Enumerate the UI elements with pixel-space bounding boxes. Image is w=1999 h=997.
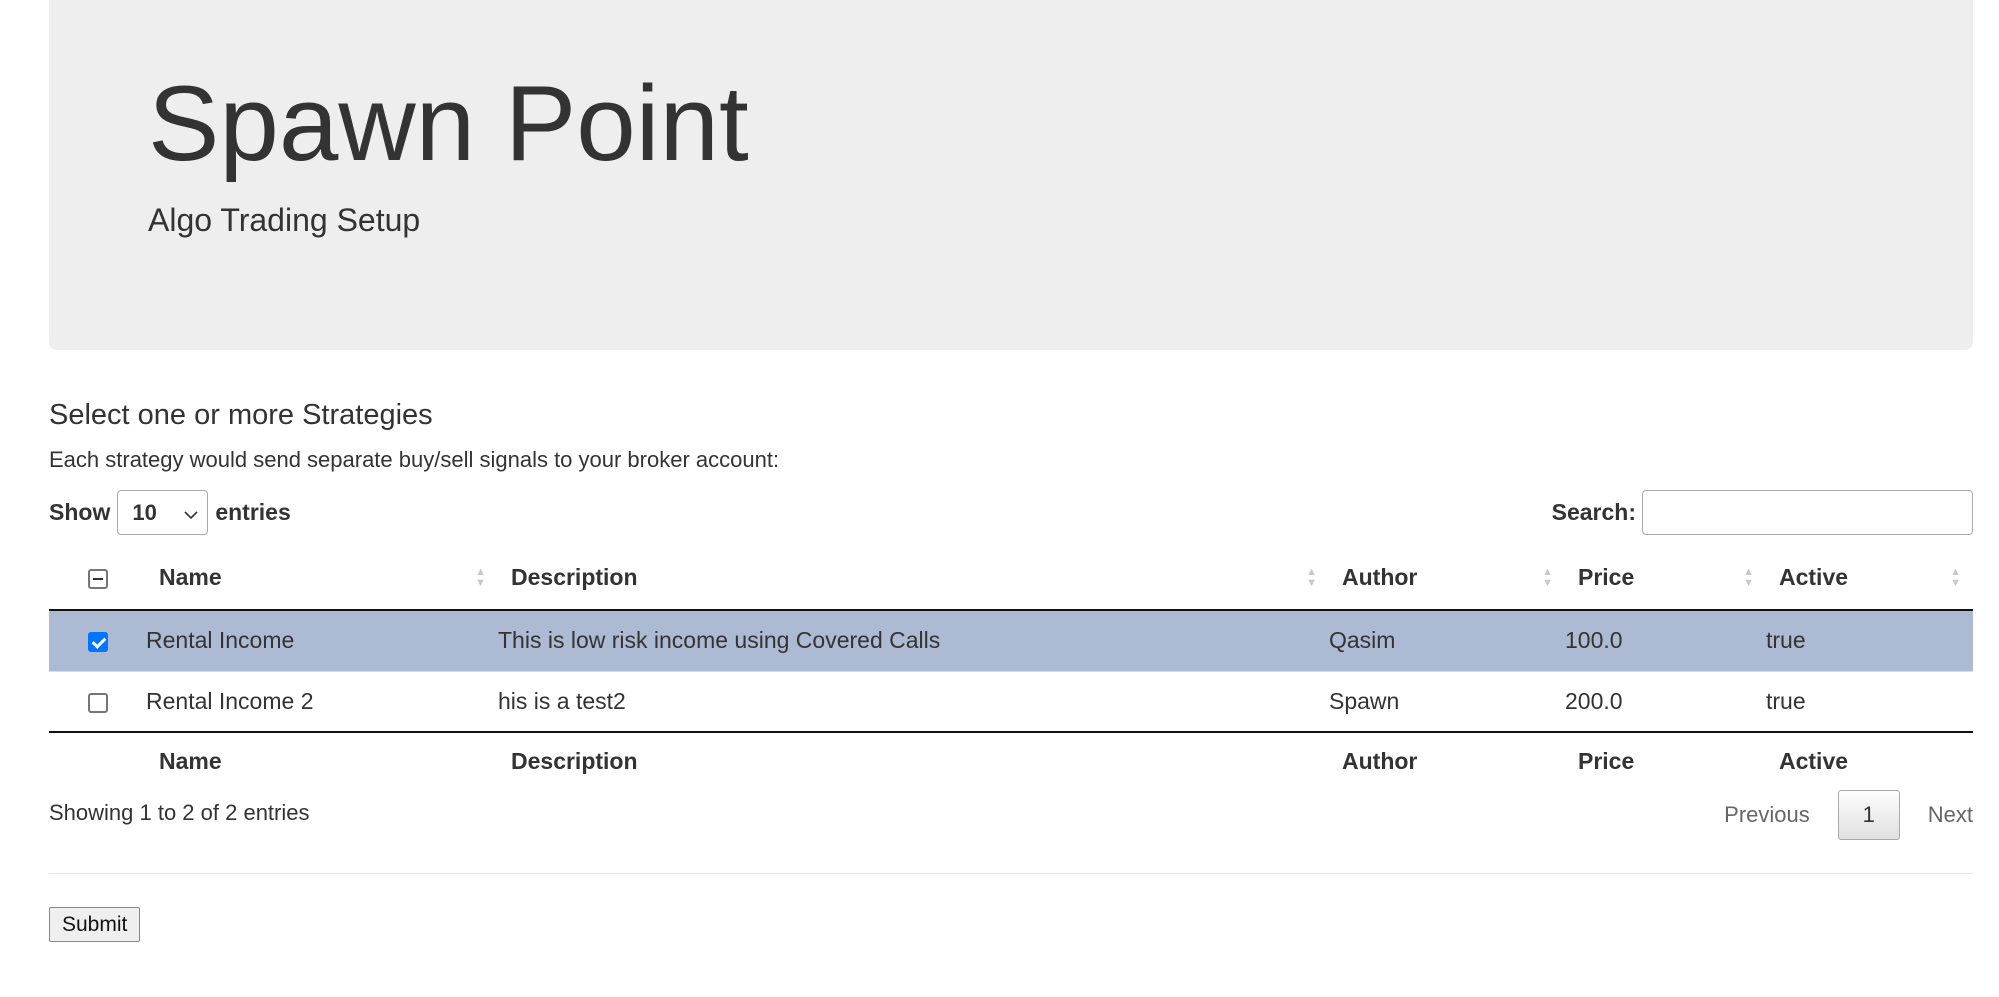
select-all-checkbox[interactable]: [87, 568, 108, 589]
footer-author: Author: [1329, 731, 1565, 790]
footer-active: Active: [1766, 731, 1973, 790]
entries-length-control: Show 10 entries: [49, 490, 291, 535]
search-input[interactable]: [1642, 490, 1973, 535]
pagination: Previous 1 Next: [1696, 790, 1973, 840]
table-search: Search:: [1552, 490, 1973, 535]
divider: [49, 873, 1973, 874]
column-header-description[interactable]: Description ▲ ▼: [498, 546, 1329, 611]
entries-label: entries: [215, 499, 291, 525]
cell-description: his is a test2: [498, 670, 1329, 732]
sort-icon: ▲ ▼: [1950, 565, 1961, 589]
table-header-row: Name ▲ ▼ Description ▲ ▼ Author ▲ ▼ Price ▲…: [49, 546, 1973, 611]
entries-select-value: 10: [132, 499, 157, 525]
column-header-name[interactable]: Name ▲ ▼: [146, 546, 498, 611]
cell-active: true: [1766, 610, 1973, 671]
sort-icon: ▲ ▼: [475, 565, 486, 589]
table-info: Showing 1 to 2 of 2 entries: [49, 800, 310, 825]
page-container: Spawn Point Algo Trading Setup Select on…: [49, 0, 1973, 942]
show-label: Show: [49, 499, 111, 525]
jumbotron: Spawn Point Algo Trading Setup: [49, 0, 1973, 350]
column-header-author[interactable]: Author ▲ ▼: [1329, 546, 1565, 611]
page-button-1[interactable]: 1: [1837, 790, 1900, 840]
row-checkbox[interactable]: [87, 692, 108, 713]
cell-author: Qasim: [1329, 610, 1565, 671]
row-checkbox[interactable]: [87, 632, 108, 653]
table-row[interactable]: Rental Income 2 his is a test2 Spawn 200…: [49, 670, 1973, 732]
cell-description: This is low risk income using Covered Ca…: [498, 610, 1329, 671]
footer-price: Price: [1565, 731, 1766, 790]
cell-name: Rental Income 2: [146, 670, 498, 732]
column-header-price[interactable]: Price ▲ ▼: [1565, 546, 1766, 611]
chevron-down-icon: [184, 500, 198, 526]
next-button[interactable]: Next: [1900, 802, 1973, 828]
table-row[interactable]: Rental Income This is low risk income us…: [49, 610, 1973, 671]
page-subtitle: Algo Trading Setup: [148, 202, 421, 238]
cell-author: Spawn: [1329, 670, 1565, 732]
footer-description: Description: [498, 731, 1329, 790]
cell-price: 200.0: [1565, 670, 1766, 732]
entries-select[interactable]: 10: [117, 490, 209, 535]
sort-icon: ▲ ▼: [1542, 565, 1553, 589]
table-footer-row: Name Description Author Price Active: [49, 731, 1973, 790]
section-description: Each strategy would send separate buy/se…: [49, 447, 780, 472]
sort-icon: ▲ ▼: [1743, 565, 1754, 589]
column-header-active[interactable]: Active ▲ ▼: [1766, 546, 1973, 611]
page-title: Spawn Point: [148, 63, 749, 183]
strategies-table: Name ▲ ▼ Description ▲ ▼ Author ▲ ▼ Price ▲…: [49, 546, 1973, 790]
cell-active: true: [1766, 670, 1973, 732]
select-all-header: [49, 546, 146, 611]
section-title: Select one or more Strategies: [49, 399, 433, 431]
submit-button[interactable]: Submit: [49, 907, 141, 942]
previous-button[interactable]: Previous: [1696, 802, 1838, 828]
sort-icon: ▲ ▼: [1306, 565, 1317, 589]
search-label: Search:: [1551, 499, 1636, 525]
cell-name: Rental Income: [146, 610, 498, 671]
cell-price: 100.0: [1565, 610, 1766, 671]
footer-name: Name: [146, 731, 498, 790]
